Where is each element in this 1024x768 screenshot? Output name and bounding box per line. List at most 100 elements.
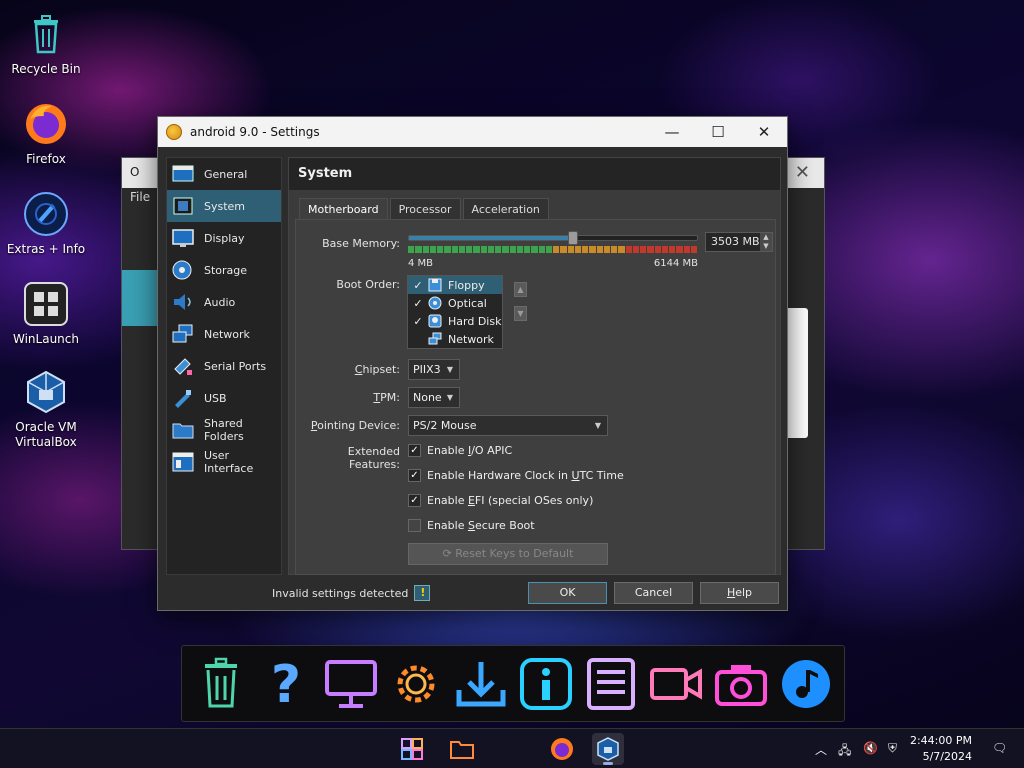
tab-processor[interactable]: Processor — [389, 198, 461, 220]
manager-close-icon[interactable]: ✕ — [795, 162, 810, 183]
vm-list-item[interactable] — [122, 270, 162, 326]
sidebar-item-network[interactable]: Network — [167, 318, 281, 350]
trash-icon[interactable] — [191, 651, 251, 717]
slider-handle[interactable] — [568, 231, 579, 245]
utc-clock-checkbox[interactable]: ✓ — [408, 469, 421, 482]
sidebar-item-system[interactable]: System — [167, 190, 281, 222]
boot-item-label: Floppy — [448, 278, 485, 292]
boot-checkbox[interactable]: ✓ — [408, 297, 428, 310]
sidebar-item-audio[interactable]: Audio — [167, 286, 281, 318]
close-button[interactable]: ✕ — [741, 117, 787, 147]
spin-arrows-icon[interactable]: ▲ ▼ — [760, 233, 772, 251]
secure-boot-option[interactable]: Enable Secure Boot — [408, 519, 535, 532]
clock-time: 2:44:00 PM — [909, 734, 972, 747]
base-memory-spinbox[interactable]: 3503 MB ▲ ▼ — [705, 232, 773, 252]
notifications-icon[interactable]: 🗨 — [992, 741, 1007, 755]
sidebar-item-display[interactable]: Display — [167, 222, 281, 254]
sidebar-item-serial-ports[interactable]: Serial Ports — [167, 350, 281, 382]
maximize-button[interactable]: ☐ — [695, 117, 741, 147]
settings-dialog: android 9.0 - Settings — ☐ ✕ General Sys… — [157, 116, 788, 611]
volume-muted-icon[interactable]: 🔇 — [863, 741, 878, 755]
svg-text:?: ? — [270, 656, 300, 712]
io-apic-checkbox[interactable]: ✓ — [408, 444, 421, 457]
tab-acceleration[interactable]: Acceleration — [462, 198, 549, 220]
efi-checkbox[interactable]: ✓ — [408, 494, 421, 507]
io-apic-option[interactable]: ✓ Enable I/O APIC — [408, 444, 512, 457]
network-status-icon[interactable]: 🖧 — [838, 741, 851, 762]
sidebar-item-general[interactable]: General — [167, 158, 281, 190]
system-clock[interactable]: 2:44:00 PM 5/7/2024 — [910, 733, 972, 765]
gear-icon[interactable] — [386, 651, 446, 717]
boot-checkbox[interactable]: ✓ — [408, 315, 428, 328]
menu-file[interactable]: File — [130, 190, 150, 204]
desktop-icon-virtualbox[interactable]: Oracle VM VirtualBox — [0, 368, 92, 450]
app-dock: ? — [181, 645, 845, 722]
cancel-button[interactable]: Cancel — [614, 582, 693, 604]
taskbar-virtualbox[interactable] — [592, 733, 624, 765]
settings-sidebar: General System Display Storage Audio Net… — [166, 157, 282, 575]
desktop-icon-recycle-bin[interactable]: Recycle Bin — [0, 10, 92, 77]
ok-button[interactable]: OK — [528, 582, 607, 604]
efi-option[interactable]: ✓ Enable EFI (special OSes only) — [408, 494, 593, 507]
sidebar-item-user-interface[interactable]: User Interface — [167, 446, 281, 478]
video-icon[interactable] — [646, 651, 706, 717]
music-icon[interactable] — [776, 651, 836, 717]
help-button[interactable]: Help — [700, 582, 779, 604]
security-shield-icon[interactable]: ⛨ — [888, 741, 897, 756]
sidebar-item-storage[interactable]: Storage — [167, 254, 281, 286]
sidebar-item-label: Serial Ports — [204, 359, 267, 373]
monitor-icon[interactable] — [321, 651, 381, 717]
sidebar-item-label: User Interface — [204, 449, 254, 475]
camera-icon[interactable] — [711, 651, 771, 717]
memory-scale-segment — [661, 246, 668, 253]
info-icon[interactable] — [516, 651, 576, 717]
boot-item-floppy[interactable]: ✓ Floppy — [408, 276, 502, 294]
memory-scale-segment — [611, 246, 618, 253]
memory-scale-segment — [618, 246, 625, 253]
tpm-select[interactable]: None ▼ — [408, 387, 460, 408]
reset-keys-button[interactable]: ⟳ Reset Keys to Default — [408, 543, 608, 565]
secure-boot-checkbox[interactable] — [408, 519, 421, 532]
boot-item-network[interactable]: Network — [408, 330, 502, 348]
utc-clock-option[interactable]: ✓ Enable Hardware Clock in UTC Time — [408, 469, 624, 482]
sidebar-item-shared-folders[interactable]: Shared Folders — [167, 414, 281, 446]
chevron-up-icon[interactable]: ︿ — [815, 741, 827, 758]
download-icon[interactable] — [451, 651, 511, 717]
sidebar-item-label: Audio — [204, 295, 236, 309]
tab-motherboard[interactable]: Motherboard — [299, 198, 388, 220]
boot-item-hard-disk[interactable]: ✓ Hard Disk — [408, 312, 502, 330]
dialog-title: android 9.0 - Settings — [190, 125, 320, 139]
desktop-icon-label: Extras + Info — [6, 242, 86, 256]
taskbar-firefox[interactable] — [546, 733, 578, 765]
sidebar-item-label: Network — [204, 327, 250, 341]
start-button[interactable] — [396, 733, 428, 765]
memory-scale-segment — [603, 246, 610, 253]
warning-icon[interactable] — [414, 585, 431, 601]
floppy-icon — [428, 278, 442, 292]
base-memory-slider[interactable] — [408, 235, 698, 241]
hard-disk-icon — [428, 314, 442, 328]
chipset-select[interactable]: PIIX3 ▼ — [408, 359, 460, 380]
move-up-button[interactable]: ▲ — [514, 282, 527, 297]
slider-fill — [409, 236, 574, 240]
boot-checkbox[interactable]: ✓ — [408, 279, 428, 292]
help-icon[interactable]: ? — [256, 651, 316, 717]
desktop-icon-extras-info[interactable]: Extras + Info — [0, 190, 92, 257]
pointing-device-select[interactable]: PS/2 Mouse ▼ — [408, 415, 608, 436]
io-apic-label: Enable I/O APIC — [427, 444, 513, 457]
dialog-title-bar: android 9.0 - Settings — ☐ ✕ — [158, 117, 787, 147]
minimize-button[interactable]: — — [649, 117, 695, 147]
boot-item-optical[interactable]: ✓ Optical — [408, 294, 502, 312]
tpm-label: TPM: — [373, 391, 400, 404]
taskbar: ︿ 🖧 🔇 ⛨ 2:44:00 PM 5/7/2024 🗨 — [0, 728, 1024, 768]
list-icon[interactable] — [581, 651, 641, 717]
desktop-icon-winlaunch[interactable]: WinLaunch — [0, 280, 92, 347]
boot-order-label: Boot Order: — [336, 278, 400, 291]
move-down-button[interactable]: ▼ — [514, 306, 527, 321]
memory-scale-segment — [690, 246, 697, 253]
file-explorer-button[interactable] — [446, 733, 478, 765]
desktop-icon-firefox[interactable]: Firefox — [0, 100, 92, 167]
recycle-bin-icon — [22, 10, 70, 58]
sidebar-item-usb[interactable]: USB — [167, 382, 281, 414]
desktop-icon-label: WinLaunch — [13, 332, 79, 346]
